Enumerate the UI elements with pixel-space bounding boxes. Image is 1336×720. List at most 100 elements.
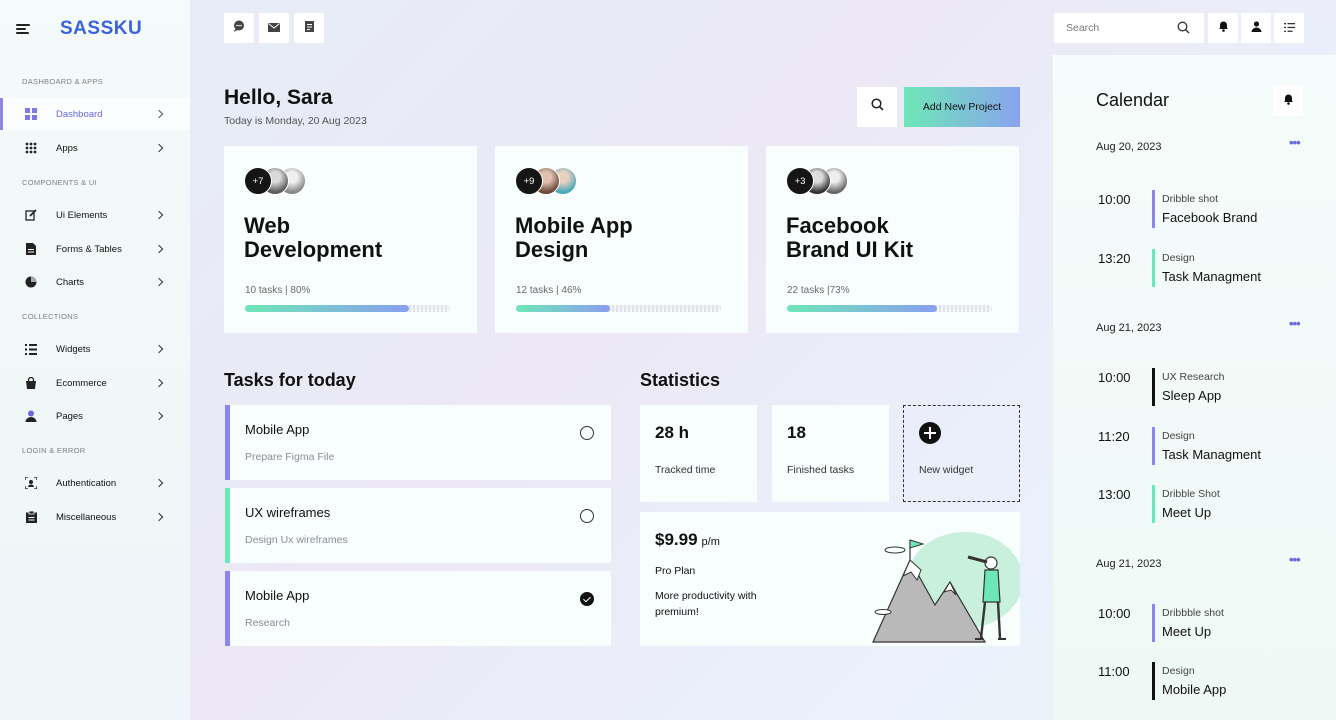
event-color-bar: [1152, 604, 1155, 642]
sidebar-item-label: Ui Elements: [56, 209, 108, 221]
event-color-bar: [1152, 485, 1155, 523]
sidebar-item-label: Authentication: [56, 477, 117, 489]
premium-plan-card[interactable]: $9.99 p/m Pro Plan More productivity with…: [640, 512, 1020, 646]
search-button[interactable]: [857, 87, 897, 127]
sidebar-item-pages[interactable]: Pages: [0, 400, 190, 432]
sidebar-item-charts[interactable]: Charts: [0, 266, 190, 298]
event-name: Facebook Brand: [1162, 210, 1258, 225]
bell-icon: [1283, 92, 1294, 110]
notes-button[interactable]: [294, 13, 324, 43]
chevron-right-icon: [154, 478, 164, 488]
calendar-event[interactable]: 13:20 Design Task Managment: [1096, 249, 1316, 293]
project-meta: 22 tasks |73%: [787, 285, 850, 296]
project-card[interactable]: +9 Mobile App Design 12 tasks | 46%: [495, 146, 748, 333]
calendar-event[interactable]: 11:20 Design Task Managment: [1096, 427, 1316, 471]
task-subtitle: Research: [245, 617, 290, 629]
stat-card: 18 Finished tasks: [772, 405, 889, 502]
event-name: Meet Up: [1162, 505, 1212, 520]
add-new-project-button[interactable]: Add New Project: [904, 87, 1020, 127]
sidebar-item-label: Miscellaneous: [56, 511, 117, 523]
progress-bar: [516, 305, 721, 312]
task-item[interactable]: Mobile App Research: [225, 571, 611, 646]
stat-value: 28 h: [655, 423, 690, 442]
plan-name: Pro Plan: [655, 565, 696, 577]
sidebar-item-label: Forms & Tables: [56, 243, 122, 255]
task-item[interactable]: UX wireframes Design Ux wireframes: [225, 488, 611, 563]
event-color-bar: [1152, 249, 1155, 287]
event-type: Dribble shot: [1162, 193, 1219, 205]
project-card[interactable]: +7 Web Development 10 tasks | 80%: [224, 146, 477, 333]
sidebar-item-label: Widgets: [56, 343, 91, 355]
more-options-icon[interactable]: •••: [1289, 316, 1301, 331]
clipboard-icon: [24, 510, 38, 524]
calendar-event[interactable]: 11:00 Design Mobile App: [1096, 662, 1316, 706]
plan-price: $9.99 p/m: [655, 530, 720, 549]
project-meta: 10 tasks | 80%: [245, 285, 311, 296]
list-icon: [24, 342, 38, 356]
sidebar-item-forms-tables[interactable]: Forms & Tables: [0, 233, 190, 265]
notifications-button[interactable]: [1208, 13, 1238, 43]
sidebar-item-label: Charts: [56, 276, 84, 288]
calendar-event[interactable]: 10:00 Dribble shot Facebook Brand: [1096, 190, 1316, 234]
bag-icon: [24, 376, 38, 390]
chevron-right-icon: [154, 378, 164, 388]
chevron-right-icon: [154, 109, 164, 119]
progress-fill: [787, 305, 937, 312]
calendar-event[interactable]: 10:00 Dribbble shot Meet Up: [1096, 604, 1316, 648]
notes-icon: [304, 19, 314, 37]
sidebar-item-authentication[interactable]: Authentication: [0, 467, 190, 499]
task-checkbox[interactable]: [580, 509, 594, 523]
user-icon: [1251, 19, 1262, 37]
task-item[interactable]: Mobile App Prepare Figma File: [225, 405, 611, 480]
calendar-event[interactable]: 10:00 UX Research Sleep App: [1096, 368, 1316, 412]
face-scan-icon: [24, 476, 38, 490]
task-title: Mobile App: [245, 422, 310, 437]
event-color-bar: [1152, 190, 1155, 228]
search-icon: [870, 98, 884, 116]
page-title: Hello, Sara: [224, 86, 333, 109]
section-label: COMPONENTS & UI: [22, 178, 97, 187]
event-type: Design: [1162, 665, 1195, 677]
more-options-icon[interactable]: •••: [1289, 135, 1301, 150]
calendar-notification-button[interactable]: [1273, 86, 1303, 116]
sidebar-item-ui-elements[interactable]: Ui Elements: [0, 199, 190, 231]
chevron-right-icon: [154, 277, 164, 287]
sidebar: SASSKU DASHBOARD & APPS Dashboard Apps C…: [0, 0, 190, 720]
mail-icon: [268, 19, 280, 37]
calendar-date: Aug 20, 2023: [1096, 141, 1162, 153]
sidebar-item-miscellaneous[interactable]: Miscellaneous: [0, 501, 190, 533]
search-input[interactable]: Search: [1054, 13, 1204, 43]
new-widget-button[interactable]: New widget: [903, 405, 1020, 502]
search-placeholder: Search: [1066, 22, 1100, 34]
sidebar-item-widgets[interactable]: Widgets: [0, 333, 190, 365]
calendar-event[interactable]: 13:00 Dribble Shot Meet Up: [1096, 485, 1316, 529]
search-icon: [1177, 21, 1190, 39]
profile-button[interactable]: [1241, 13, 1271, 43]
menu-icon[interactable]: [16, 24, 30, 34]
section-label: DASHBOARD & APPS: [22, 77, 104, 86]
task-subtitle: Design Ux wireframes: [245, 534, 348, 546]
chat-button[interactable]: [224, 13, 254, 43]
menu-list-button[interactable]: [1274, 13, 1304, 43]
chat-icon: [233, 19, 245, 37]
project-card[interactable]: +3 Facebook Brand UI Kit 22 tasks |73%: [766, 146, 1019, 333]
project-title: Web Development: [244, 213, 383, 262]
task-title: Mobile App: [245, 588, 310, 603]
task-title: UX wireframes: [245, 505, 331, 520]
new-widget-label: New widget: [919, 464, 974, 476]
mail-button[interactable]: [259, 13, 289, 43]
task-checkbox[interactable]: [580, 426, 594, 440]
event-type: Dribble Shot: [1162, 488, 1220, 500]
event-name: Sleep App: [1162, 388, 1222, 403]
more-options-icon[interactable]: •••: [1289, 552, 1301, 567]
event-name: Task Managment: [1162, 447, 1261, 462]
sidebar-item-dashboard[interactable]: Dashboard: [0, 98, 190, 130]
event-type: Dribbble shot: [1162, 607, 1224, 619]
sidebar-item-label: Pages: [56, 410, 83, 422]
calendar-date: Aug 21, 2023: [1096, 558, 1162, 570]
sidebar-item-ecommerce[interactable]: Ecommerce: [0, 367, 190, 399]
event-time: 10:00: [1098, 606, 1131, 621]
task-checkbox[interactable]: [580, 592, 594, 606]
sidebar-item-apps[interactable]: Apps: [0, 132, 190, 164]
event-time: 11:20: [1098, 429, 1130, 444]
